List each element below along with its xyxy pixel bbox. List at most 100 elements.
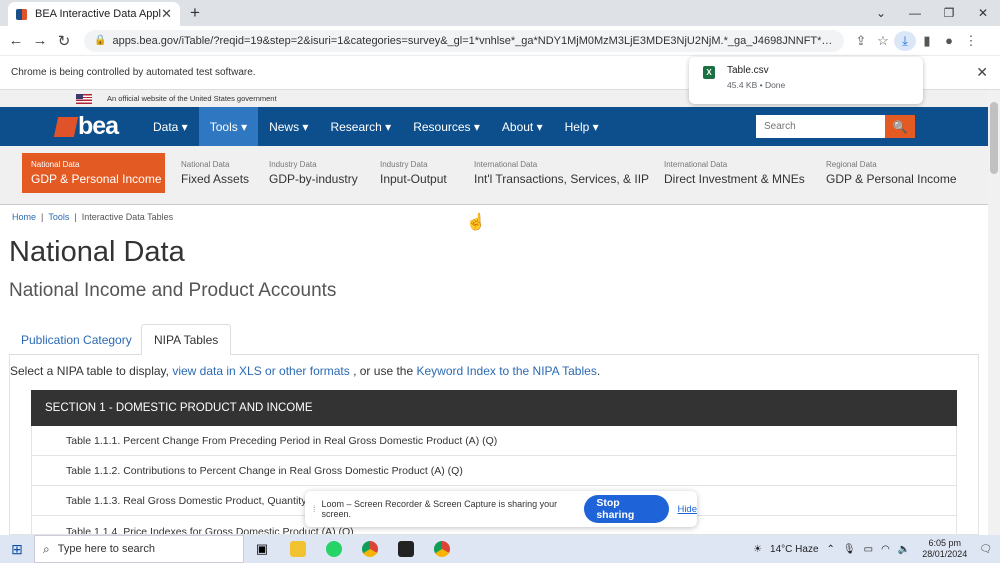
microphone-icon[interactable]: 🎙: [843, 544, 856, 555]
close-window-icon[interactable]: ✕: [966, 6, 1000, 20]
bea-logo[interactable]: bea: [53, 112, 142, 141]
data-subnav: National Data GDP & Personal Income Nati…: [0, 146, 988, 205]
tab-nipa-tables[interactable]: NIPA Tables: [141, 324, 232, 355]
subnav-label: GDP-by-industry: [269, 172, 358, 186]
address-bar[interactable]: 🔒 apps.bea.gov/iTable/?reqid=19&step=2&i…: [84, 29, 844, 52]
table-row[interactable]: Table 1.1.1. Percent Change From Precedi…: [31, 426, 957, 456]
drag-handle-icon[interactable]: ⁞: [313, 504, 316, 514]
subnav-input-output[interactable]: Industry Data Input-Output: [371, 153, 456, 193]
window-controls: ⌄ — ❐ ✕: [864, 0, 1000, 26]
subnav-regional-gdp[interactable]: Regional Data GDP & Personal Income: [817, 153, 966, 193]
url-text: apps.bea.gov/iTable/?reqid=19&step=2&isu…: [112, 34, 834, 47]
restore-icon[interactable]: ❐: [932, 6, 966, 20]
subnav-kicker: Industry Data: [269, 160, 317, 169]
new-tab-button[interactable]: +: [190, 3, 200, 23]
intro-text: Select a NIPA table to display, view dat…: [10, 364, 600, 378]
side-panel-icon[interactable]: ▮: [916, 33, 938, 49]
task-view-icon[interactable]: ▣: [244, 535, 280, 563]
wifi-icon[interactable]: ◠: [881, 544, 890, 555]
nav-about[interactable]: About ▾: [491, 107, 554, 146]
whatsapp-icon[interactable]: [316, 535, 352, 563]
view-xls-link[interactable]: view data in XLS or other formats: [172, 364, 349, 378]
back-icon[interactable]: ←: [4, 32, 28, 49]
close-tab-icon[interactable]: ✕: [161, 6, 172, 22]
intro-post: .: [596, 364, 601, 378]
subnav-gdp-by-industry[interactable]: Industry Data GDP-by-industry: [260, 153, 367, 193]
tab-title: BEA Interactive Data Application: [35, 8, 162, 20]
infobar-text: Chrome is being controlled by automated …: [11, 67, 256, 78]
site-header: bea Data ▾ Tools ▾ News ▾ Research ▾ Res…: [0, 107, 988, 146]
subnav-direct-investment[interactable]: International Data Direct Investment & M…: [655, 153, 814, 193]
subnav-kicker: Regional Data: [826, 160, 877, 169]
logo-text: bea: [78, 112, 119, 140]
nav-data[interactable]: Data ▾: [142, 107, 199, 146]
minimize-icon[interactable]: —: [898, 6, 932, 20]
subnav-label: GDP & Personal Income: [826, 172, 957, 186]
windows-start-icon[interactable]: ⊞: [0, 541, 34, 558]
weather-text[interactable]: 14°C Haze: [770, 544, 818, 555]
nav-news[interactable]: News ▾: [258, 107, 319, 146]
share-icon[interactable]: ⇪: [850, 33, 872, 49]
terminal-icon[interactable]: [388, 535, 424, 563]
notifications-icon[interactable]: 🗨: [979, 544, 992, 555]
breadcrumb-separator: |: [74, 212, 77, 222]
chrome-icon[interactable]: [352, 535, 388, 563]
breadcrumb-tools[interactable]: Tools: [48, 212, 69, 222]
nav-tools[interactable]: Tools ▾: [198, 107, 259, 146]
subnav-national-gdp[interactable]: National Data GDP & Personal Income: [22, 153, 165, 193]
subnav-label: Fixed Assets: [181, 172, 250, 186]
intro-mid: , or use the: [353, 364, 414, 378]
table-row[interactable]: Table 1.1.2. Contributions to Percent Ch…: [31, 456, 957, 486]
close-infobar-icon[interactable]: ✕: [976, 64, 988, 81]
system-tray: ☀ 14°C Haze ⌃ 🎙 ▭ ◠ 🔈 6:05 pm 28/01/2024…: [749, 535, 1000, 563]
battery-icon[interactable]: ▭: [864, 544, 873, 555]
chrome-icon[interactable]: [424, 535, 460, 563]
lock-icon[interactable]: 🔒: [94, 35, 106, 46]
nav-help[interactable]: Help ▾: [554, 107, 610, 146]
tab-publication-category[interactable]: Publication Category: [9, 324, 144, 355]
volume-icon[interactable]: 🔈: [898, 544, 910, 555]
nav-resources[interactable]: Resources ▾: [402, 107, 491, 146]
subnav-kicker: Industry Data: [380, 160, 428, 169]
subnav-intl-transactions[interactable]: International Data Int'l Transactions, S…: [465, 153, 658, 193]
nav-research[interactable]: Research ▾: [319, 107, 402, 146]
tray-chevron-icon[interactable]: ⌃: [827, 544, 835, 555]
keyword-index-link[interactable]: Keyword Index to the NIPA Tables: [416, 364, 596, 378]
file-explorer-icon[interactable]: [280, 535, 316, 563]
clock[interactable]: 6:05 pm 28/01/2024: [922, 538, 967, 560]
hide-button[interactable]: Hide: [677, 504, 697, 515]
subnav-label: Input-Output: [380, 172, 447, 186]
loom-sharing-bar: ⁞ Loom – Screen Recorder & Screen Captur…: [305, 491, 697, 527]
reload-icon[interactable]: ↻: [52, 32, 76, 50]
taskbar-search[interactable]: ⌕ Type here to search: [34, 535, 244, 563]
search-button[interactable]: 🔍: [885, 115, 915, 138]
menu-icon[interactable]: ⋮: [960, 33, 982, 49]
browser-tab[interactable]: BEA Interactive Data Application ✕: [8, 2, 180, 26]
subnav-kicker: International Data: [474, 160, 538, 169]
us-flag-icon: [76, 93, 92, 104]
tab-search-icon[interactable]: ⌄: [864, 6, 898, 20]
bookmark-star-icon[interactable]: ☆: [872, 33, 894, 49]
site-search-input[interactable]: [756, 115, 885, 138]
subnav-label: GDP & Personal Income: [31, 172, 162, 186]
breadcrumb-current: Interactive Data Tables: [81, 212, 174, 222]
profile-icon[interactable]: ●: [938, 33, 960, 48]
browser-toolbar: ← → ↻ 🔒 apps.bea.gov/iTable/?reqid=19&st…: [0, 26, 1000, 56]
section-header[interactable]: SECTION 1 - DOMESTIC PRODUCT AND INCOME: [31, 390, 957, 426]
download-filename[interactable]: Table.csv: [727, 65, 769, 76]
weather-icon[interactable]: ☀: [753, 544, 762, 555]
subnav-label: Direct Investment & MNEs: [664, 172, 805, 186]
subnav-kicker: National Data: [181, 160, 230, 169]
breadcrumb-home[interactable]: Home: [12, 212, 36, 222]
intro-pre: Select a NIPA table to display,: [10, 364, 169, 378]
subnav-fixed-assets[interactable]: National Data Fixed Assets: [172, 153, 258, 193]
downloads-icon[interactable]: ⤓: [894, 30, 916, 51]
clock-time: 6:05 pm: [928, 538, 962, 548]
search-icon: 🔍: [892, 119, 908, 134]
forward-icon[interactable]: →: [28, 32, 52, 49]
breadcrumb: Home | Tools | Interactive Data Tables: [12, 212, 173, 222]
gov-banner-text: An official website of the United States…: [107, 94, 277, 103]
loom-message: Loom – Screen Recorder & Screen Capture …: [321, 499, 558, 519]
stop-sharing-button[interactable]: Stop sharing: [584, 495, 670, 523]
scrollbar-thumb[interactable]: [990, 102, 998, 174]
